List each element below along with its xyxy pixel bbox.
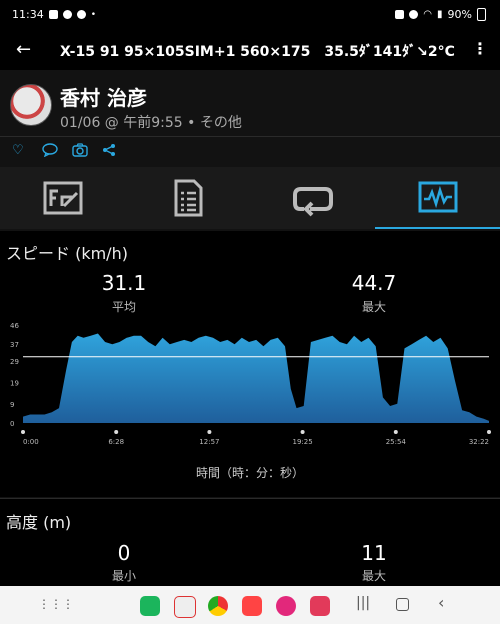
graph-icon bbox=[418, 181, 457, 213]
activity-title: X-15 91 95×105SIM+1 560×175 35.5ﾀﾞ141ﾀﾞ↘… bbox=[60, 44, 455, 60]
more-options-icon[interactable]: ⋮ bbox=[472, 39, 488, 58]
dot-icon: • bbox=[90, 9, 97, 20]
activity-meta: 01/06 @ 午前9:55 • その他 bbox=[60, 115, 242, 131]
laps-tab[interactable] bbox=[250, 167, 375, 229]
battery-icon bbox=[477, 8, 486, 21]
home-icon[interactable] bbox=[396, 598, 409, 611]
details-tab[interactable] bbox=[125, 167, 250, 229]
flower-app-icon[interactable] bbox=[276, 596, 296, 616]
camera-icon[interactable] bbox=[72, 143, 88, 161]
x-tick-dot bbox=[393, 430, 398, 434]
graph-tab[interactable] bbox=[375, 167, 500, 229]
x-tick-label: 0:00 bbox=[23, 438, 39, 446]
speed-area-series bbox=[23, 333, 489, 423]
lock-icon bbox=[395, 10, 405, 19]
status-right: ◠ ▮ 90% bbox=[395, 8, 486, 21]
speed-title: スピード (km/h) bbox=[6, 244, 128, 263]
chrome-app-icon[interactable] bbox=[208, 596, 228, 616]
x-tick-dot bbox=[114, 430, 119, 434]
speed-average-label: 平均 bbox=[111, 300, 136, 314]
status-bar: 11:34 • ◠ ▮ 90% bbox=[0, 0, 500, 30]
laps-icon bbox=[292, 187, 333, 217]
camera-app-icon[interactable] bbox=[310, 596, 330, 616]
elevation-min-value: 0 bbox=[117, 541, 131, 565]
tiktok-icon bbox=[48, 10, 58, 19]
x-tick-dot bbox=[300, 430, 305, 434]
speed-average-value: 31.1 bbox=[101, 271, 147, 295]
facebook-icon-2 bbox=[76, 10, 86, 19]
avatar[interactable] bbox=[10, 84, 52, 126]
x-tick-label: 6:28 bbox=[108, 438, 124, 446]
overview-icon bbox=[43, 181, 82, 215]
elevation-section: 高度 (m) 0 最小 11 最大 bbox=[0, 498, 500, 587]
details-icon bbox=[174, 179, 202, 217]
back-arrow-icon[interactable]: ← bbox=[16, 39, 31, 60]
signal-icon: ▮ bbox=[437, 9, 443, 20]
comment-icon[interactable] bbox=[42, 143, 58, 161]
time-axis-caption: 時間（時：分：秒） bbox=[195, 466, 304, 480]
notes-app-icon[interactable] bbox=[242, 596, 262, 616]
y-tick-label: 0 bbox=[10, 420, 14, 428]
activity-header: 香村 治彦 01/06 @ 午前9:55 • その他 bbox=[0, 70, 500, 137]
user-name[interactable]: 香村 治彦 bbox=[60, 82, 147, 111]
x-tick-label: 25:54 bbox=[386, 438, 407, 446]
elevation-min-label: 最小 bbox=[111, 569, 136, 583]
elevation-max-label: 最大 bbox=[361, 569, 386, 583]
wifi-icon: ◠ bbox=[423, 9, 433, 20]
x-tick-dot bbox=[207, 430, 212, 434]
y-tick-label: 9 bbox=[10, 401, 14, 409]
system-nav-bar: ⋮⋮⋮ ||| ‹ bbox=[0, 586, 500, 624]
y-tick-label: 37 bbox=[10, 341, 19, 349]
y-tick-label: 46 bbox=[10, 322, 19, 330]
overview-tab[interactable] bbox=[0, 167, 125, 229]
speed-section: スピード (km/h) 31.1 平均 44.7 最大 0 9 19 29 37 46 0:… bbox=[0, 231, 500, 497]
x-tick-label: 32:22 bbox=[469, 438, 489, 446]
speed-max-label: 最大 bbox=[361, 300, 386, 314]
status-left: 11:34 • bbox=[12, 8, 96, 21]
elevation-max-value: 11 bbox=[361, 541, 387, 565]
facebook-icon bbox=[62, 10, 72, 19]
x-tick-label: 12:57 bbox=[199, 438, 219, 446]
battery-level: 90% bbox=[447, 8, 472, 21]
x-tick-dot bbox=[21, 430, 25, 434]
speed-chart[interactable]: 0 9 19 29 37 46 0:00 6:28 12:57 19:25 25:54 32:22 bbox=[0, 319, 500, 449]
elevation-title: 高度 (m) bbox=[6, 513, 72, 532]
social-actions: ♡ bbox=[0, 137, 500, 168]
mail-app-icon[interactable] bbox=[174, 596, 196, 618]
recents-icon[interactable]: ||| bbox=[356, 595, 370, 611]
phone-app-icon[interactable] bbox=[140, 596, 160, 616]
activity-tabs bbox=[0, 167, 500, 229]
y-tick-label: 19 bbox=[10, 380, 19, 388]
back-nav-icon[interactable]: ‹ bbox=[438, 593, 444, 612]
status-time: 11:34 bbox=[12, 8, 44, 21]
x-tick-dot bbox=[487, 430, 491, 434]
share-icon[interactable] bbox=[102, 143, 116, 161]
app-bar: ← X-15 91 95×105SIM+1 560×175 35.5ﾀﾞ141ﾀ… bbox=[0, 30, 500, 70]
heart-icon[interactable]: ♡ bbox=[12, 143, 24, 158]
app-drawer-icon[interactable]: ⋮⋮⋮ bbox=[38, 597, 74, 611]
y-tick-label: 29 bbox=[10, 358, 19, 366]
speed-max-value: 44.7 bbox=[351, 271, 397, 295]
x-tick-label: 19:25 bbox=[293, 438, 313, 446]
alarm-icon bbox=[409, 10, 419, 19]
